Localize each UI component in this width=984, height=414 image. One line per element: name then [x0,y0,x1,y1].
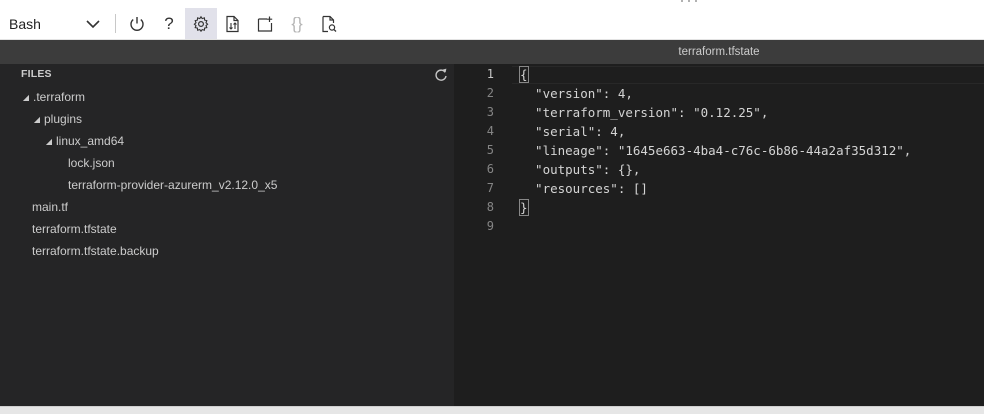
editor-tab-bar: terraform.tfstate [0,40,984,64]
matching-brace: { [519,66,529,83]
line-number: 8 [486,200,494,214]
code-line: { [519,65,529,84]
tree-file-main-tf[interactable]: main.tf [0,196,454,218]
code-line: } [519,198,529,217]
settings-button[interactable] [185,8,217,39]
line-number: 7 [486,181,494,195]
line-number: 6 [486,162,494,176]
files-explorer: FILES ◢ .terraform ◢ plugins ◢ linux_amd… [0,64,454,406]
files-header: FILES [0,64,454,86]
tree-file-lock-json[interactable]: lock.json [0,152,454,174]
refresh-icon[interactable] [433,67,449,83]
tree-file-azurerm-provider[interactable]: terraform-provider-azurerm_v2.12.0_x5 [0,174,454,196]
tree-item-label: terraform.tfstate [32,222,117,236]
tree-file-tfstate[interactable]: terraform.tfstate [0,218,454,240]
code-line: "version": 4, [520,86,633,101]
code-line: "resources": [] [520,181,648,196]
chevron-down-icon [86,19,100,28]
new-window-icon [257,16,273,32]
tree-item-label: linux_amd64 [56,134,125,148]
restart-button[interactable] [121,8,153,39]
tree-folder-terraform[interactable]: ◢ .terraform [0,86,454,108]
upload-download-button[interactable] [217,8,249,39]
expanded-triangle-icon: ◢ [22,92,30,102]
code-text-area[interactable]: 1 2 3 4 5 6 7 8 9 { "version": 4, "terra… [454,64,984,406]
web-preview-button[interactable] [313,8,345,39]
power-icon [130,16,144,31]
tree-file-tfstate-backup[interactable]: terraform.tfstate.backup [0,240,454,262]
tree-item-label: lock.json [68,156,115,170]
help-icon: ? [164,14,174,33]
line-number: 3 [486,105,494,119]
expanded-triangle-icon: ◢ [45,136,53,146]
new-session-button[interactable] [249,8,281,39]
code-line: "terraform_version": "0.12.25", [520,105,769,120]
matching-brace: } [519,199,529,216]
tree-item-label: .terraform [33,90,86,104]
tree-item-label: terraform-provider-azurerm_v2.12.0_x5 [68,178,278,192]
gear-icon [193,15,209,32]
file-preview-icon [322,15,337,32]
files-title: FILES [21,68,52,80]
expanded-triangle-icon: ◢ [33,114,41,124]
line-number: 9 [486,219,494,233]
line-number: 2 [486,86,494,100]
tree-folder-linux-amd64[interactable]: ◢ linux_amd64 [0,130,454,152]
code-line: "lineage": "1645e663-4ba4-c76c-6b86-44a2… [520,143,912,158]
file-transfer-icon [226,15,239,32]
tree-item-label: main.tf [32,200,69,214]
toolbar-separator [115,14,116,33]
active-file-tab[interactable]: terraform.tfstate [454,40,984,64]
code-line: "outputs": {}, [520,162,641,177]
line-number: 4 [486,124,494,138]
code-line: "serial": 4, [520,124,626,139]
open-editor-button[interactable]: {} [281,8,313,39]
line-number: 5 [486,143,494,157]
resize-grip-icon[interactable] [681,0,697,4]
tree-item-label: terraform.tfstate.backup [32,244,159,258]
help-button[interactable]: ? [153,8,185,39]
code-editor: terraform.tfstate FILES ◢ .terraform ◢ p… [0,40,984,406]
cloud-shell-toolbar: Bash ? {} [0,8,984,40]
shell-selector-label: Bash [9,15,41,32]
shell-selector-dropdown[interactable]: Bash [0,8,108,39]
braces-icon: {} [291,14,303,33]
current-line-highlight [512,66,984,84]
line-number: 1 [486,67,494,81]
tree-folder-plugins[interactable]: ◢ plugins [0,108,454,130]
tree-item-label: plugins [44,112,83,126]
